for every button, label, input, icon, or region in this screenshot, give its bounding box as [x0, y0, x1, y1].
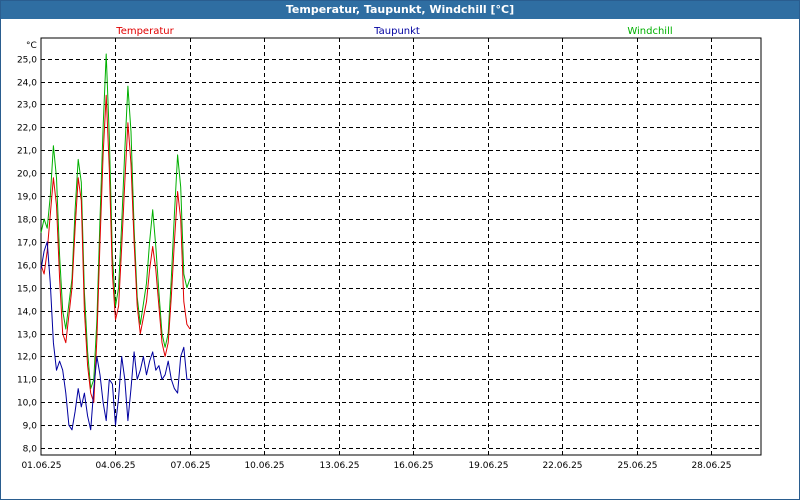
y-axis-label: °C: [26, 41, 37, 51]
x-tick-label: 16.06.25: [393, 461, 433, 471]
y-tick-label: 14,0: [17, 308, 37, 318]
y-tick-label: 24,0: [17, 79, 37, 89]
x-tick-label: 01.06.25: [21, 461, 61, 471]
y-tick-label: 18,0: [17, 216, 37, 226]
y-tick-label: 8,0: [23, 445, 38, 455]
x-tick-label: 10.06.25: [244, 461, 284, 471]
x-tick-label: 28.06.25: [691, 461, 731, 471]
y-tick-label: 11,0: [17, 376, 37, 386]
x-tick-label: 07.06.25: [170, 461, 210, 471]
y-tick-label: 10,0: [17, 399, 37, 409]
x-tick-label: 04.06.25: [95, 461, 135, 471]
y-tick-label: 16,0: [17, 262, 37, 272]
x-tick-label: 22.06.25: [542, 461, 582, 471]
legend-taupunkt: Taupunkt: [373, 26, 420, 37]
y-tick-label: 21,0: [17, 147, 37, 157]
x-tick-label: 19.06.25: [468, 461, 508, 471]
x-tick-label: 25.06.25: [617, 461, 657, 471]
y-tick-label: 25,0: [17, 56, 37, 66]
x-tick-label: 13.06.25: [319, 461, 359, 471]
y-tick-label: 20,0: [17, 170, 37, 180]
y-tick-label: 15,0: [17, 285, 37, 295]
y-tick-label: 22,0: [17, 124, 37, 134]
line-chart: 8,0 9,0 10,0 11,0 12,0 13,0 14,0 15,0 16,0 17,0 18…: [17, 26, 762, 471]
y-tick-label: 13,0: [17, 331, 37, 341]
window-title: Temperatur, Taupunkt, Windchill [°C]: [1, 1, 799, 19]
legend-windchill: Windchill: [627, 26, 672, 37]
legend-temperatur: Temperatur: [115, 26, 174, 37]
y-tick-label: 17,0: [17, 239, 37, 249]
y-tick-label: 12,0: [17, 353, 37, 363]
y-tick-label: 23,0: [17, 101, 37, 111]
y-tick-label: 19,0: [17, 193, 37, 203]
y-tick-label: 9,0: [23, 422, 38, 432]
